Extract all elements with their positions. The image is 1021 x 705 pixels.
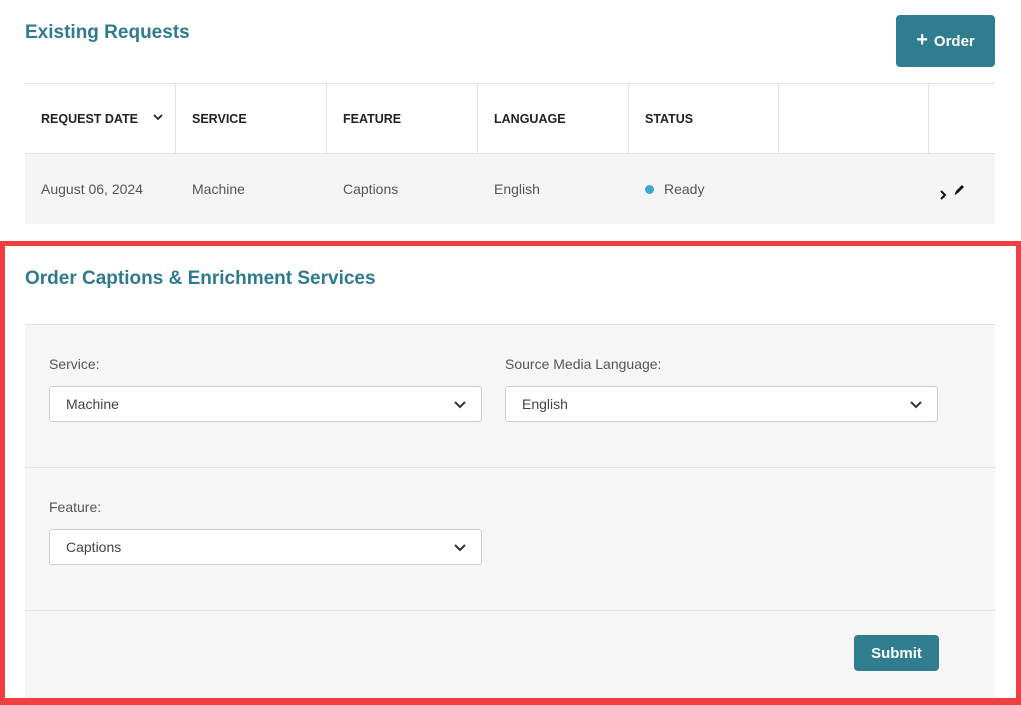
cell-edit: [779, 182, 964, 196]
column-header-language: LANGUAGE: [478, 84, 629, 153]
service-field: Service: Machine: [49, 356, 482, 422]
cell-status: Ready: [629, 181, 779, 197]
submit-button[interactable]: Submit: [854, 635, 939, 671]
chevron-down-icon: [910, 401, 922, 409]
chevron-down-icon[interactable]: [152, 111, 164, 126]
form-row-feature: Feature: Captions: [25, 468, 995, 611]
existing-requests-title: Existing Requests: [25, 22, 190, 43]
table-header: REQUEST DATE SERVICE FEATURE LANGUAGE ST…: [25, 84, 995, 154]
order-panel-title: Order Captions & Enrichment Services: [25, 268, 376, 289]
order-form: Service: Machine Source Media Language: …: [25, 324, 995, 698]
service-select-value: Machine: [66, 396, 119, 412]
column-header-service: SERVICE: [176, 84, 327, 153]
order-button[interactable]: + Order: [896, 15, 995, 67]
table-row[interactable]: August 06, 2024 Machine Captions English…: [25, 154, 995, 224]
source-language-field: Source Media Language: English: [505, 356, 938, 422]
column-header-request-date[interactable]: REQUEST DATE: [25, 84, 176, 153]
feature-select[interactable]: Captions: [49, 529, 482, 565]
cell-expand: [929, 176, 995, 202]
feature-select-value: Captions: [66, 539, 122, 555]
cell-language: English: [494, 181, 540, 197]
cell-request-date: August 06, 2024: [41, 181, 143, 197]
column-header-status: STATUS: [629, 84, 779, 153]
chevron-down-icon: [454, 544, 466, 552]
feature-field: Feature: Captions: [49, 499, 482, 565]
chevron-down-icon: [454, 401, 466, 409]
service-select[interactable]: Machine: [49, 386, 482, 422]
column-header-feature: FEATURE: [327, 84, 478, 153]
source-language-select-value: English: [522, 396, 568, 412]
status-dot-icon: [645, 184, 654, 194]
cell-service: Machine: [192, 181, 245, 197]
feature-label: Feature:: [49, 499, 102, 515]
form-row-actions: Submit: [25, 611, 995, 701]
order-button-label: Order: [933, 32, 975, 50]
plus-icon: +: [916, 29, 928, 51]
chevron-right-icon[interactable]: [936, 188, 950, 202]
form-row-service-language: Service: Machine Source Media Language: …: [25, 325, 995, 468]
service-label: Service:: [49, 356, 100, 372]
source-language-label: Source Media Language:: [505, 356, 662, 372]
column-header-expand: [929, 84, 995, 153]
status-text: Ready: [664, 181, 705, 197]
order-panel: Order Captions & Enrichment Services Ser…: [0, 241, 1021, 705]
page: Existing Requests + Order REQUEST DATE S…: [0, 0, 1021, 705]
source-language-select[interactable]: English: [505, 386, 938, 422]
column-header-edit: [779, 84, 929, 153]
requests-table: REQUEST DATE SERVICE FEATURE LANGUAGE ST…: [25, 83, 995, 224]
cell-feature: Captions: [343, 181, 399, 197]
